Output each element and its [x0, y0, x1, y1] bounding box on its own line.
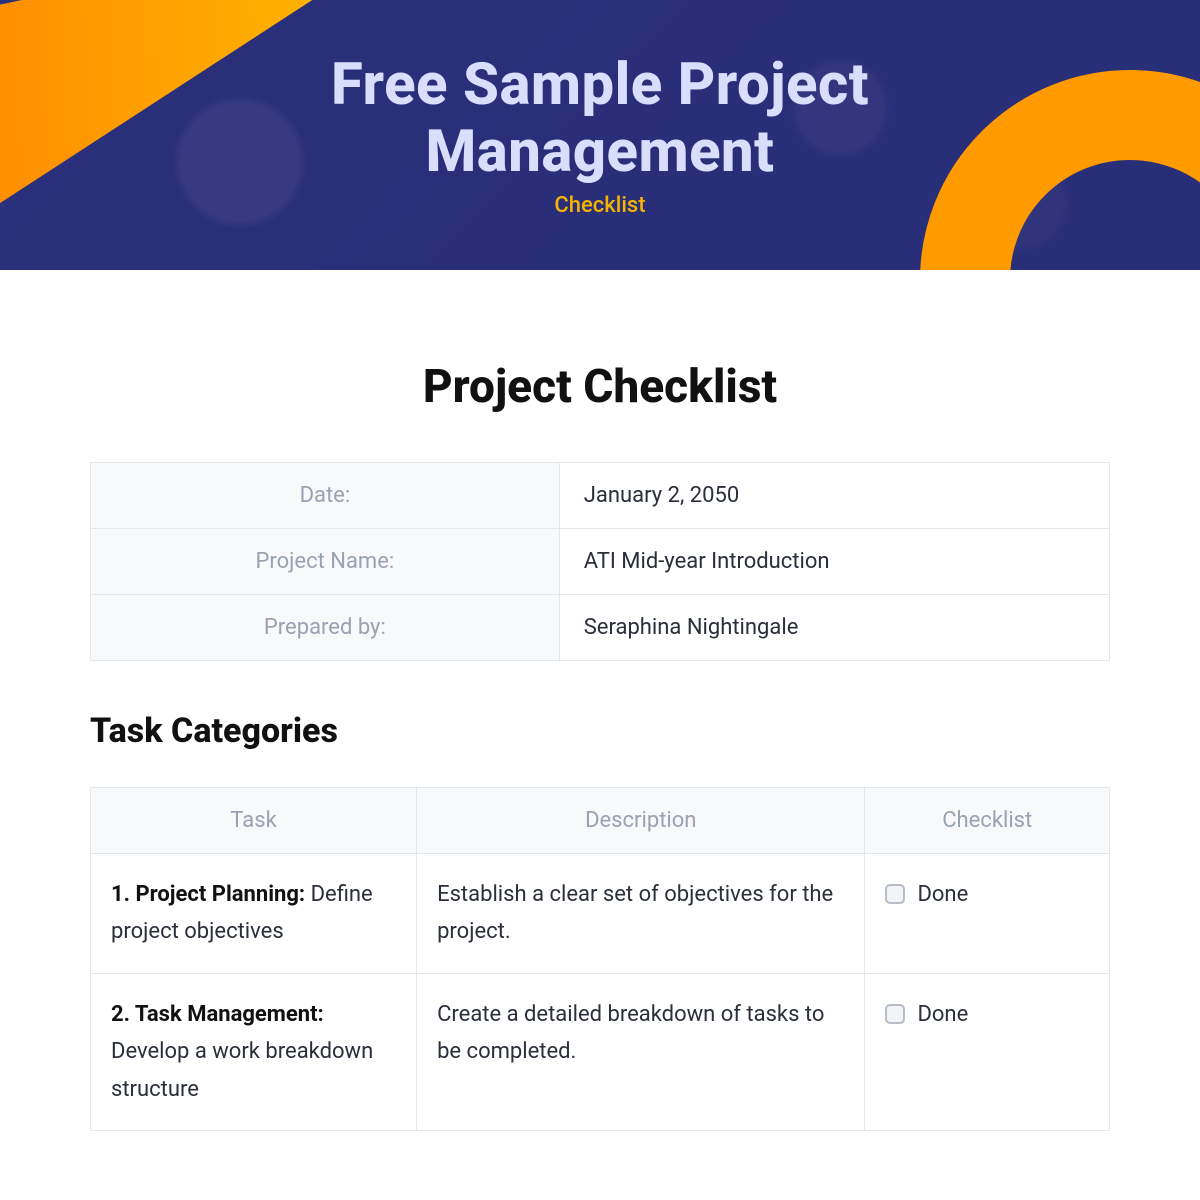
info-label-prepared: Prepared by: — [91, 595, 560, 661]
info-label-date: Date: — [91, 463, 560, 529]
task-cell: 1. Project Planning: Define project obje… — [91, 854, 417, 974]
info-value-date: January 2, 2050 — [559, 463, 1109, 529]
task-body: Develop a work breakdown structure — [111, 1039, 373, 1101]
checkbox-icon[interactable] — [885, 884, 905, 904]
checklist-cell: Done — [865, 973, 1110, 1130]
info-row-prepared: Prepared by: Seraphina Nightingale — [91, 595, 1110, 661]
task-title: 2. Task Management: — [111, 1002, 324, 1027]
table-row: 1. Project Planning: Define project obje… — [91, 854, 1110, 974]
info-label-project: Project Name: — [91, 529, 560, 595]
task-categories-heading: Task Categories — [90, 711, 1110, 751]
hero-title: Free Sample Project Management — [150, 52, 1050, 185]
project-info-table: Date: January 2, 2050 Project Name: ATI … — [90, 462, 1110, 661]
checklist-cell: Done — [865, 854, 1110, 974]
task-title: 1. Project Planning: — [111, 882, 311, 907]
table-row: 2. Task Management: Develop a work break… — [91, 973, 1110, 1130]
tasks-table: Task Description Checklist 1. Project Pl… — [90, 787, 1110, 1131]
info-row-project: Project Name: ATI Mid-year Introduction — [91, 529, 1110, 595]
check-label: Done — [917, 1002, 968, 1027]
task-cell: 2. Task Management: Develop a work break… — [91, 973, 417, 1130]
hero-banner: Free Sample Project Management Checklist — [0, 0, 1200, 270]
check-label: Done — [917, 882, 968, 907]
th-description: Description — [417, 788, 865, 854]
info-value-prepared: Seraphina Nightingale — [559, 595, 1109, 661]
content-area: Project Checklist Date: January 2, 2050 … — [0, 270, 1200, 1131]
checkbox-icon[interactable] — [885, 1004, 905, 1024]
info-row-date: Date: January 2, 2050 — [91, 463, 1110, 529]
th-task: Task — [91, 788, 417, 854]
page-title: Project Checklist — [90, 360, 1110, 414]
hero-subtitle: Checklist — [554, 193, 645, 218]
info-value-project: ATI Mid-year Introduction — [559, 529, 1109, 595]
th-checklist: Checklist — [865, 788, 1110, 854]
description-cell: Establish a clear set of objectives for … — [417, 854, 865, 974]
description-cell: Create a detailed breakdown of tasks to … — [417, 973, 865, 1130]
tasks-header-row: Task Description Checklist — [91, 788, 1110, 854]
